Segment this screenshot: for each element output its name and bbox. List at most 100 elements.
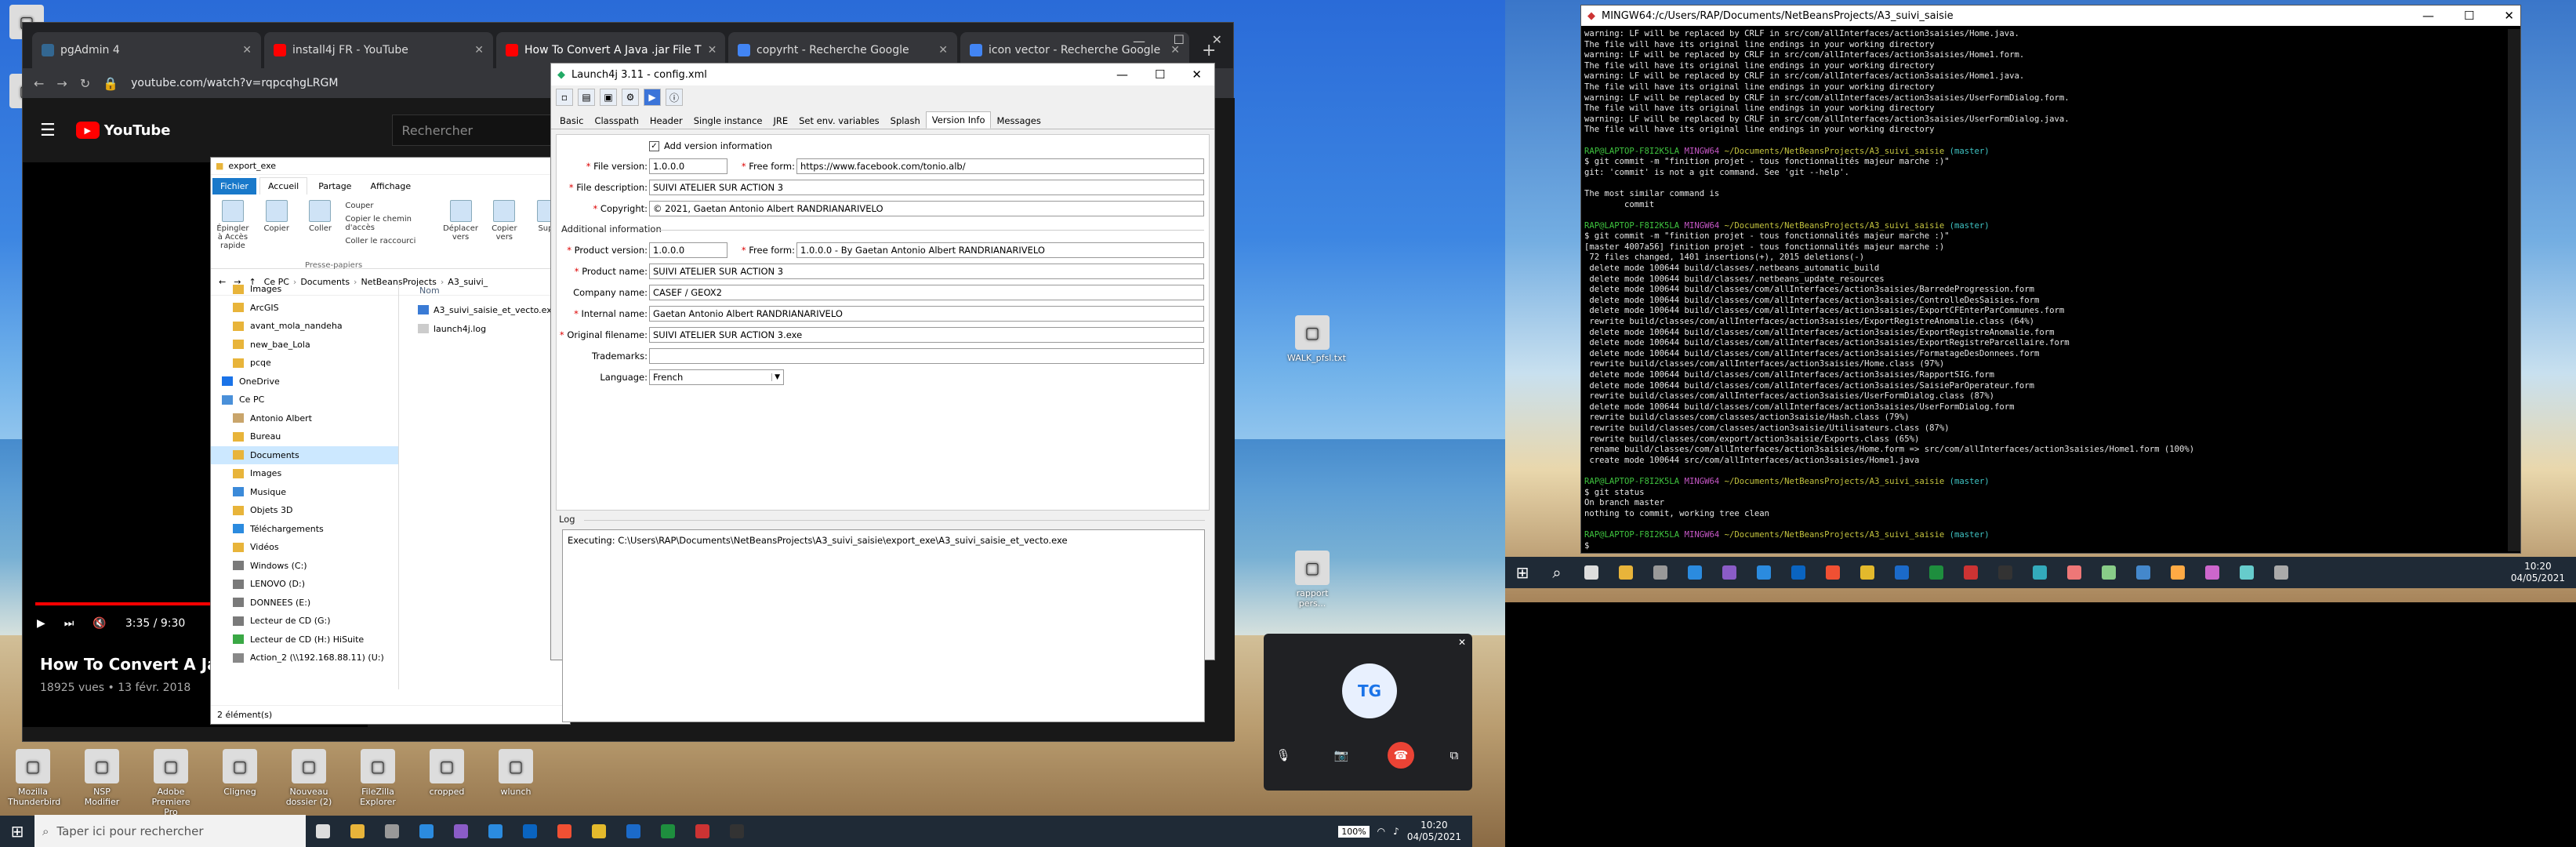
nav-item[interactable]: Antonio Albert bbox=[211, 409, 398, 428]
close-icon[interactable]: ✕ bbox=[1458, 637, 1466, 648]
ribbon-tab[interactable]: Partage bbox=[310, 178, 359, 194]
ribbon-tab[interactable]: Fichier bbox=[212, 177, 256, 194]
chrome-tab[interactable]: pgAdmin 4 ✕ bbox=[32, 32, 261, 68]
battery-indicator[interactable]: 100% bbox=[1338, 825, 1370, 838]
test-wrapper-icon[interactable]: ▶ bbox=[644, 89, 661, 106]
nav-item[interactable]: Lecteur de CD (G:) bbox=[211, 612, 398, 631]
nav-item[interactable]: LENOVO (D:) bbox=[211, 575, 398, 594]
launch4j-tab[interactable]: Classpath bbox=[589, 113, 644, 129]
desktop-icon[interactable]: ▢ rapport pers... bbox=[1287, 551, 1337, 609]
app-icon[interactable] bbox=[2195, 557, 2230, 588]
nav-item[interactable]: Windows (C:) bbox=[211, 557, 398, 576]
file-item[interactable]: launch4j.log bbox=[412, 319, 568, 338]
ribbon-button[interactable]: Épingler à Accès rapide bbox=[214, 200, 252, 250]
close-tab-icon[interactable]: ✕ bbox=[938, 44, 948, 56]
nav-item[interactable]: Bureau bbox=[211, 427, 398, 446]
nav-item[interactable]: Objets 3D bbox=[211, 501, 398, 520]
nav-item[interactable]: Images bbox=[211, 280, 398, 299]
save-config-icon[interactable]: ▣ bbox=[600, 89, 617, 106]
desktop-icon[interactable]: ▢ cropped bbox=[422, 749, 472, 797]
launch4j-tab[interactable]: Single instance bbox=[688, 113, 768, 129]
nav-item[interactable]: Documents bbox=[211, 445, 398, 464]
chrome-icon[interactable] bbox=[1850, 557, 1885, 588]
meet-icon[interactable] bbox=[651, 816, 685, 847]
terminal-scrollbar[interactable] bbox=[2508, 29, 2520, 551]
outlook-icon[interactable] bbox=[1781, 557, 1816, 588]
filezilla-icon[interactable] bbox=[1954, 557, 1988, 588]
desktop-icon[interactable]: ▢ Adobe Premiere Pro bbox=[146, 749, 196, 817]
nav-item[interactable]: OneDrive bbox=[211, 373, 398, 391]
mail-icon[interactable] bbox=[478, 816, 513, 847]
app-icon[interactable] bbox=[2126, 557, 2161, 588]
nav-item[interactable]: Lecteur de CD (H:) HiSuite bbox=[211, 631, 398, 649]
app-icon[interactable] bbox=[2023, 557, 2057, 588]
store-icon[interactable] bbox=[1643, 557, 1678, 588]
camera-off-icon[interactable]: 📷 bbox=[1328, 742, 1355, 769]
launch4j-tab[interactable]: Set env. variables bbox=[793, 113, 885, 129]
windows-start-icon[interactable]: ⊞ bbox=[1505, 557, 1540, 588]
search-icon[interactable]: ⌕ bbox=[1540, 557, 1574, 588]
file-explorer-icon[interactable] bbox=[340, 816, 375, 847]
taskbar-clock-right[interactable]: 10:20 04/05/2021 bbox=[2511, 561, 2565, 584]
close-tab-icon[interactable]: ✕ bbox=[474, 44, 484, 56]
back-icon[interactable]: ← bbox=[34, 76, 44, 91]
about-icon[interactable]: ⓘ bbox=[666, 89, 683, 106]
windows-start-icon[interactable]: ⊞ bbox=[0, 816, 34, 847]
expand-icon[interactable]: ⧉ bbox=[1441, 742, 1468, 769]
cmd-icon[interactable] bbox=[1988, 557, 2023, 588]
close-tab-icon[interactable]: ✕ bbox=[708, 44, 717, 56]
nav-item[interactable]: Images bbox=[211, 464, 398, 483]
ribbon-small-button[interactable]: Copier le chemin d'accès bbox=[345, 215, 435, 232]
file-description-field[interactable]: SUIVI ATELIER SUR ACTION 3 bbox=[649, 180, 1204, 195]
nav-item[interactable]: Action_2 (\\192.168.88.11) (U:) bbox=[211, 649, 398, 667]
ribbon-button[interactable]: Copier bbox=[258, 200, 296, 233]
maximize-icon[interactable]: ☐ bbox=[1155, 67, 1165, 82]
edge-icon[interactable] bbox=[1678, 557, 1712, 588]
desktop-icon[interactable]: ▢ NSP Modifier bbox=[77, 749, 127, 807]
nav-item[interactable]: new_bae_Lola bbox=[211, 336, 398, 354]
nav-item[interactable]: DONNEES (E:) bbox=[211, 594, 398, 613]
nav-item[interactable]: ArcGIS bbox=[211, 299, 398, 318]
launch4j-tab[interactable]: Messages bbox=[991, 113, 1046, 129]
nav-item[interactable]: Ce PC bbox=[211, 391, 398, 409]
close-tab-icon[interactable]: ✕ bbox=[242, 44, 252, 56]
file-item[interactable]: A3_suivi_saisie_et_vecto.exe bbox=[412, 300, 568, 319]
product-version-field[interactable]: 1.0.0.0 bbox=[649, 242, 727, 258]
language-select[interactable]: French ▼ bbox=[649, 369, 784, 385]
wifi-icon[interactable]: ◠ bbox=[1377, 826, 1385, 837]
free-form-field-1[interactable]: https://www.facebook.com/tonio.alb/ bbox=[796, 158, 1204, 174]
internal-name-field[interactable]: Gaetan Antonio Albert RANDRIANARIVELO bbox=[649, 306, 1204, 322]
close-icon[interactable]: ✕ bbox=[2504, 9, 2514, 23]
next-icon[interactable]: ⏭ bbox=[64, 617, 74, 630]
launch4j-tab[interactable]: Basic bbox=[554, 113, 589, 129]
youtube-logo[interactable]: ▶ YouTube bbox=[75, 122, 171, 139]
close-icon[interactable]: ✕ bbox=[1212, 32, 1222, 47]
hamburger-menu-icon[interactable]: ☰ bbox=[40, 121, 56, 140]
app-icon[interactable] bbox=[2161, 557, 2195, 588]
taskbar-clock-left[interactable]: 10:20 04/05/2021 bbox=[1407, 820, 1461, 843]
add-version-checkbox[interactable]: ✓ bbox=[649, 140, 659, 151]
chrome-icon[interactable] bbox=[582, 816, 616, 847]
new-config-icon[interactable]: ▫ bbox=[556, 89, 573, 106]
ribbon-button[interactable]: Copier vers bbox=[485, 200, 523, 242]
cmd-icon[interactable] bbox=[720, 816, 754, 847]
filezilla-icon[interactable] bbox=[685, 816, 720, 847]
file-version-field[interactable]: 1.0.0.0 bbox=[649, 158, 727, 174]
volume-icon[interactable]: ♪ bbox=[1393, 826, 1399, 837]
desktop-icon[interactable]: ▢ FileZilla Explorer bbox=[353, 749, 403, 807]
minimize-icon[interactable]: — bbox=[2422, 9, 2434, 23]
desktop-icon[interactable]: ▢ Nouveau dossier (2) bbox=[284, 749, 334, 807]
vs-icon[interactable] bbox=[1712, 557, 1747, 588]
task-view-icon[interactable] bbox=[306, 816, 340, 847]
company-name-field[interactable]: CASEF / GEOX2 bbox=[649, 285, 1204, 300]
copyright-field[interactable]: © 2021, Gaetan Antonio Albert RANDRIANAR… bbox=[649, 201, 1204, 216]
free-form-field-2[interactable]: 1.0.0.0 - By Gaetan Antonio Albert RANDR… bbox=[796, 242, 1204, 258]
chrome-tab[interactable]: install4j FR - YouTube ✕ bbox=[264, 32, 493, 68]
open-config-icon[interactable]: ▤ bbox=[578, 89, 595, 106]
build-wrapper-icon[interactable]: ⚙ bbox=[622, 89, 639, 106]
column-header-name[interactable]: Nom bbox=[412, 280, 568, 300]
ribbon-tab[interactable]: Affichage bbox=[362, 178, 419, 194]
git-icon[interactable] bbox=[1816, 557, 1850, 588]
ribbon-button[interactable]: Déplacer vers bbox=[442, 200, 480, 242]
ribbon-small-button[interactable]: Coller le raccourci bbox=[345, 237, 435, 245]
